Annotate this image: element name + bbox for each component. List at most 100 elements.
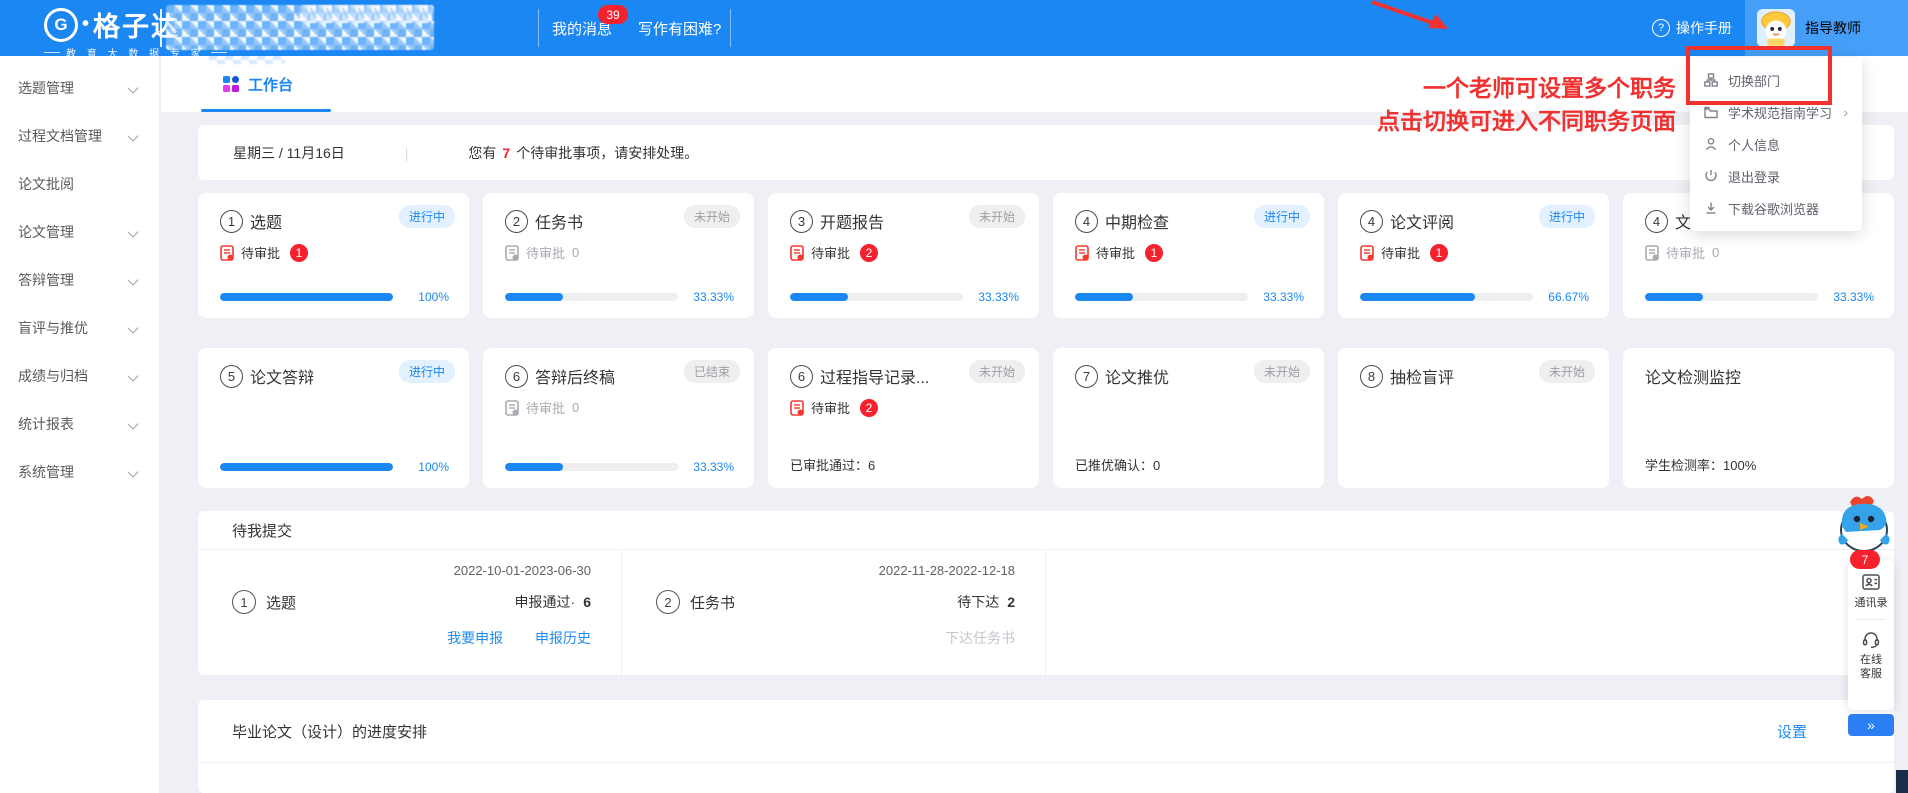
sidebar-item-process-docs[interactable]: 过程文档管理 bbox=[0, 112, 159, 160]
sidebar: 选题管理 过程文档管理 论文批阅 论文管理 答辩管理 盲评与推优 成绩与归档 统… bbox=[0, 56, 160, 793]
progress-fill bbox=[220, 463, 393, 471]
pending-label: 待审批 bbox=[526, 398, 565, 417]
stage-card-paper-review[interactable]: 4论文评阅 进行中 待审批1 66.67% bbox=[1338, 193, 1609, 318]
scrollbar-corner bbox=[1896, 770, 1908, 793]
sidebar-item-system[interactable]: 系统管理 bbox=[0, 448, 159, 496]
status-badge: 进行中 bbox=[1539, 205, 1595, 228]
writing-help[interactable]: 写作有困难? bbox=[638, 0, 721, 56]
status-badge: 进行中 bbox=[399, 360, 455, 383]
stage-number: 4 bbox=[1645, 210, 1668, 233]
service-label-line2: 客服 bbox=[1860, 668, 1882, 680]
approval-doc-icon bbox=[1645, 245, 1659, 261]
stage-title: 答辩后终稿 bbox=[535, 364, 615, 388]
pending-label: 待审批 bbox=[811, 398, 850, 417]
todo-date-range: 2022-11-28-2022-12-18 bbox=[879, 563, 1015, 578]
stage-number: 2 bbox=[505, 210, 528, 233]
stage-card-detection-monitor[interactable]: 论文检测监控 学生检测率：100% bbox=[1623, 348, 1894, 488]
stage-number: 4 bbox=[1075, 210, 1098, 233]
stage-number: 4 bbox=[1360, 210, 1383, 233]
download-icon bbox=[1704, 201, 1718, 215]
penguin-avatar-icon bbox=[1757, 9, 1795, 47]
todo-stat-label: 申报通过· bbox=[515, 594, 576, 610]
collapse-toolbar-button[interactable]: » bbox=[1848, 714, 1894, 736]
separator: | bbox=[405, 145, 409, 161]
menu-item-logout[interactable]: 退出登录 bbox=[1690, 160, 1862, 192]
tab-active-underline bbox=[201, 109, 331, 112]
stage-card-paper-promotion[interactable]: 7论文推优 未开始 已推优确认：0 bbox=[1053, 348, 1324, 488]
stage-number: 1 bbox=[220, 210, 243, 233]
stage-title: 任务书 bbox=[535, 209, 583, 233]
user-avatar bbox=[1757, 9, 1795, 47]
divider bbox=[1856, 619, 1886, 620]
issue-task-book-button[interactable]: 下达任务书 bbox=[945, 630, 1015, 646]
writing-help-label: 写作有困难? bbox=[638, 18, 721, 39]
mascot-penguin[interactable] bbox=[1830, 494, 1896, 556]
stage-card-defense[interactable]: 5论文答辩 进行中 100% bbox=[198, 348, 469, 488]
stage-card-final-draft[interactable]: 6答辩后终稿 已结束 待审批0 33.33% bbox=[483, 348, 754, 488]
sidebar-item-paper-management[interactable]: 论文管理 bbox=[0, 208, 159, 256]
approval-doc-icon bbox=[505, 400, 519, 416]
todo-empty-cell bbox=[1470, 550, 1894, 675]
progress-fill bbox=[790, 293, 848, 301]
stage-card-task-book[interactable]: 2任务书 未开始 待审批0 33.33% bbox=[483, 193, 754, 318]
todo-date-range: 2022-10-01-2023-06-30 bbox=[454, 563, 591, 578]
contacts-entry[interactable]: 通讯录 bbox=[1855, 572, 1888, 610]
stage-card-spot-blind-review[interactable]: 8抽检盲评 未开始 bbox=[1338, 348, 1609, 488]
sidebar-item-topic-management[interactable]: 选题管理 bbox=[0, 64, 159, 112]
pending-count-badge: 1 bbox=[290, 244, 308, 262]
progress-track bbox=[1075, 293, 1248, 301]
todo-body: 2022-10-01-2023-06-30 1选题 申报通过·6 我要申报 申报… bbox=[198, 550, 1894, 675]
apply-button[interactable]: 我要申报 bbox=[447, 630, 503, 646]
stage-card-guidance-record[interactable]: 6过程指导记录... 未开始 待审批2 已审批通过：6 bbox=[768, 348, 1039, 488]
folder-icon bbox=[1704, 105, 1718, 119]
sidebar-item-statistics[interactable]: 统计报表 bbox=[0, 400, 159, 448]
status-badge: 未开始 bbox=[1539, 360, 1595, 383]
service-label-line1: 在线 bbox=[1860, 654, 1882, 666]
schedule-section: 毕业论文（设计）的进度安排 设置 bbox=[198, 700, 1894, 793]
schedule-settings-button[interactable]: 设置 bbox=[1777, 721, 1807, 742]
todo-stat-value: 2 bbox=[1007, 594, 1015, 610]
workbench-grid-icon bbox=[223, 76, 239, 92]
progress-fill bbox=[505, 293, 563, 301]
chevron-down-icon bbox=[127, 274, 138, 285]
stage-number: 6 bbox=[505, 365, 528, 388]
progress-percent: 100% bbox=[403, 460, 449, 474]
stage-number: 8 bbox=[1360, 365, 1383, 388]
menu-item-download-chrome[interactable]: 下载谷歌浏览器 bbox=[1690, 192, 1862, 224]
todo-section-header: 待我提交 bbox=[198, 511, 1894, 550]
sidebar-item-paper-review[interactable]: 论文批阅 bbox=[0, 160, 159, 208]
progress-track bbox=[1360, 293, 1533, 301]
app-root: G • 格子达 教 育 大 数 据 专 家 我的消息 39 写作有困难? ? 操… bbox=[0, 0, 1908, 793]
stage-card-midterm-check[interactable]: 4中期检查 进行中 待审批1 33.33% bbox=[1053, 193, 1324, 318]
approval-doc-icon bbox=[1360, 245, 1374, 261]
submenu-arrow-icon: › bbox=[1843, 104, 1848, 120]
pending-label: 待审批 bbox=[241, 243, 280, 262]
redacted-school-name-2 bbox=[300, 5, 432, 23]
online-service-entry[interactable]: 在线客服 bbox=[1860, 629, 1882, 681]
stage-title: 选题 bbox=[250, 209, 282, 233]
menu-item-personal-info[interactable]: 个人信息 bbox=[1690, 128, 1862, 160]
tab-workbench[interactable]: 工作台 bbox=[223, 56, 293, 112]
contacts-label: 通讯录 bbox=[1855, 596, 1888, 610]
pending-count: 7 bbox=[502, 145, 510, 161]
sidebar-item-blind-review[interactable]: 盲评与推优 bbox=[0, 304, 159, 352]
question-circle-icon: ? bbox=[1652, 19, 1670, 37]
sidebar-item-label: 论文管理 bbox=[18, 222, 74, 242]
sidebar-item-grades-archive[interactable]: 成绩与归档 bbox=[0, 352, 159, 400]
menu-item-label: 个人信息 bbox=[1728, 135, 1780, 154]
todo-item-task-book: 2022-11-28-2022-12-18 2任务书 待下达2 下达任务书 bbox=[622, 550, 1046, 675]
menu-item-label: 下载谷歌浏览器 bbox=[1728, 199, 1819, 218]
sidebar-item-defense-management[interactable]: 答辩管理 bbox=[0, 256, 159, 304]
progress-percent: 100% bbox=[403, 290, 449, 304]
logo-g-icon: G bbox=[44, 8, 78, 42]
progress-track bbox=[505, 293, 678, 301]
progress-track bbox=[220, 293, 393, 301]
stage-card-proposal-report[interactable]: 3开题报告 未开始 待审批2 33.33% bbox=[768, 193, 1039, 318]
progress-fill bbox=[505, 463, 563, 471]
pending-count-badge: 1 bbox=[1430, 244, 1448, 262]
apply-history-button[interactable]: 申报历史 bbox=[535, 630, 591, 646]
stage-card-topic[interactable]: 1选题 进行中 待审批1 100% bbox=[198, 193, 469, 318]
pending-count: 0 bbox=[572, 245, 579, 260]
stage-title: 论文评阅 bbox=[1390, 209, 1454, 233]
approval-doc-icon bbox=[505, 245, 519, 261]
